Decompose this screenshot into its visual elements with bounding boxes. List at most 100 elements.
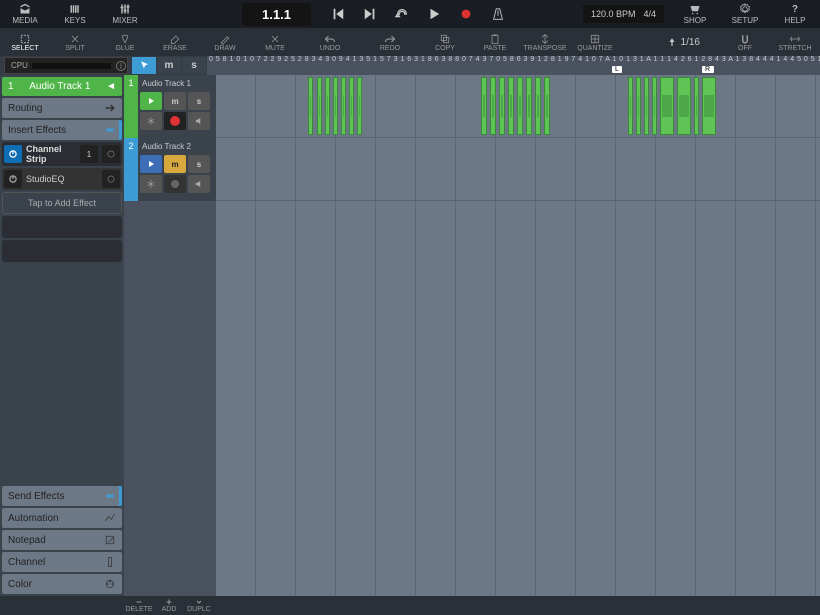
color-section[interactable]: Color: [2, 574, 122, 594]
split-tool[interactable]: SPLIT: [50, 28, 100, 56]
glue-tool[interactable]: GLUE: [100, 28, 150, 56]
audio-clip[interactable]: [544, 77, 550, 135]
track-number[interactable]: 2: [124, 138, 138, 201]
empty-fx-slot[interactable]: [2, 240, 122, 262]
empty-fx-slot[interactable]: [2, 216, 122, 238]
mute-button[interactable]: m: [164, 92, 186, 110]
audio-clip[interactable]: [636, 77, 641, 135]
audio-clip[interactable]: [535, 77, 541, 135]
goto-end-icon[interactable]: [363, 7, 377, 21]
audio-clip[interactable]: [526, 77, 532, 135]
audio-clip[interactable]: [677, 77, 691, 135]
fx-edit-icon[interactable]: [102, 145, 120, 163]
freeze-button[interactable]: [140, 112, 162, 130]
audio-clip[interactable]: [702, 77, 716, 135]
quantize-button[interactable]: QUANTIZE: [570, 28, 620, 56]
fx-edit-icon[interactable]: [102, 170, 120, 188]
transpose-button[interactable]: TRANSPOSE: [520, 28, 570, 56]
notepad-section[interactable]: Notepad: [2, 530, 122, 550]
speaker-button[interactable]: [188, 175, 210, 193]
audio-clip[interactable]: [325, 77, 330, 135]
snap-off-button[interactable]: OFF: [720, 28, 770, 56]
mute-button[interactable]: m: [164, 155, 186, 173]
monitor-button[interactable]: [140, 92, 162, 110]
loop-start-marker[interactable]: L: [612, 66, 622, 73]
monitor-button[interactable]: [140, 155, 162, 173]
add-effect-slot[interactable]: Tap to Add Effect: [2, 192, 122, 214]
track-number[interactable]: 1: [124, 75, 138, 138]
track-lane[interactable]: [216, 75, 820, 138]
automation-section[interactable]: Automation: [2, 508, 122, 528]
audio-clip[interactable]: [517, 77, 523, 135]
arrow-tool[interactable]: [132, 57, 156, 74]
audio-clip[interactable]: [644, 77, 649, 135]
setup-button[interactable]: SETUP: [720, 0, 770, 28]
loop-end-marker[interactable]: R: [702, 66, 714, 73]
time-display[interactable]: 1.1.1: [242, 3, 311, 26]
audio-clip[interactable]: [652, 77, 657, 135]
audio-clip[interactable]: [308, 77, 313, 135]
studio-eq-fx[interactable]: StudioEQ: [2, 168, 122, 190]
send-effects-section[interactable]: Send Effects: [2, 486, 122, 506]
select-tool[interactable]: SELECT: [0, 28, 50, 56]
audio-clip[interactable]: [333, 77, 338, 135]
power-icon[interactable]: [4, 145, 22, 163]
track-name[interactable]: Audio Track 1: [140, 77, 214, 90]
redo-button[interactable]: REDO: [360, 28, 420, 56]
mute-tool[interactable]: MUTE: [250, 28, 300, 56]
audio-clip[interactable]: [357, 77, 362, 135]
cycle-icon[interactable]: [395, 7, 409, 21]
keys-button[interactable]: KEYS: [50, 0, 100, 28]
add-track-button[interactable]: ADD: [154, 598, 184, 613]
track-row[interactable]: 2 Audio Track 2 m s: [124, 138, 216, 201]
tempo-display[interactable]: 120.0 BPM4/4: [583, 5, 664, 23]
freeze-button[interactable]: [140, 175, 162, 193]
undo-button[interactable]: UNDO: [300, 28, 360, 56]
metronome-icon[interactable]: [491, 7, 505, 21]
power-icon[interactable]: [4, 170, 22, 188]
audio-clip[interactable]: [349, 77, 354, 135]
speaker-button[interactable]: [188, 112, 210, 130]
audio-clip[interactable]: [490, 77, 496, 135]
record-icon[interactable]: [459, 7, 473, 21]
duplicate-track-button[interactable]: DUPLC: [184, 598, 214, 613]
mute-m-tool[interactable]: m: [157, 57, 181, 74]
audio-clip[interactable]: [341, 77, 346, 135]
snap-value[interactable]: 1/16: [667, 37, 700, 48]
copy-button[interactable]: COPY: [420, 28, 470, 56]
shop-button[interactable]: SHOP: [670, 0, 720, 28]
goto-start-icon[interactable]: [331, 7, 345, 21]
chevron-left-icon: ◄: [106, 81, 116, 92]
routing-section[interactable]: Routing: [2, 98, 122, 118]
paste-button[interactable]: PASTE: [470, 28, 520, 56]
channel-section[interactable]: Channel: [2, 552, 122, 572]
play-icon[interactable]: [427, 7, 441, 21]
inspector-track-header[interactable]: 1 Audio Track 1 ◄: [2, 77, 122, 96]
solo-button[interactable]: s: [188, 92, 210, 110]
track-name[interactable]: Audio Track 2: [140, 140, 214, 153]
mixer-button[interactable]: MIXER: [100, 0, 150, 28]
timeline-ruler[interactable]: 0 5 8 1 0 1 0 7 2 2 9 2 5 2 8 3 4 3 0 9 …: [207, 56, 820, 75]
audio-clip[interactable]: [481, 77, 487, 135]
media-button[interactable]: MEDIA: [0, 0, 50, 28]
erase-tool[interactable]: ERASE: [150, 28, 200, 56]
audio-clip[interactable]: [317, 77, 322, 135]
help-button[interactable]: ?HELP: [770, 0, 820, 28]
solo-s-tool[interactable]: s: [182, 57, 206, 74]
audio-clip[interactable]: [628, 77, 633, 135]
channel-strip-fx[interactable]: Channel Strip 1: [2, 142, 122, 166]
stretch-button[interactable]: STRETCH: [770, 28, 820, 56]
track-lane[interactable]: [216, 138, 820, 201]
arrange-area[interactable]: [216, 75, 820, 596]
draw-tool[interactable]: DRAW: [200, 28, 250, 56]
audio-clip[interactable]: [499, 77, 505, 135]
audio-clip[interactable]: [660, 77, 674, 135]
record-enable-button[interactable]: [164, 175, 186, 193]
insert-effects-section[interactable]: Insert Effects: [2, 120, 122, 140]
audio-clip[interactable]: [508, 77, 514, 135]
delete-track-button[interactable]: DELETE: [124, 598, 154, 613]
audio-clip[interactable]: [694, 77, 699, 135]
track-row[interactable]: 1 Audio Track 1 m s: [124, 75, 216, 138]
solo-button[interactable]: s: [188, 155, 210, 173]
record-enable-button[interactable]: [164, 112, 186, 130]
